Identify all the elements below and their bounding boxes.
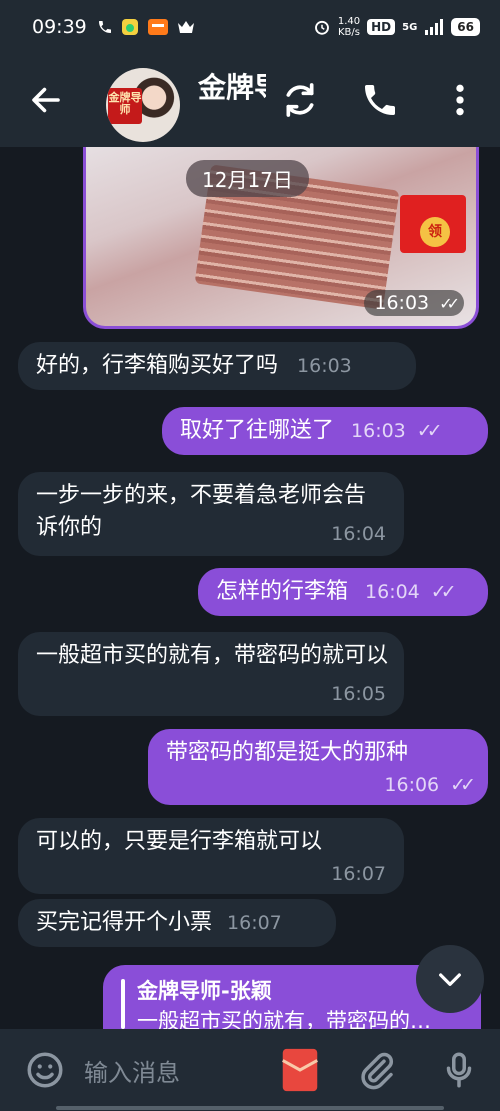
attachment-icon[interactable] — [356, 1049, 398, 1091]
message-time: 16:04 — [331, 523, 386, 545]
crown-icon — [177, 21, 194, 33]
chat-header: 金牌导师 金牌导 — [0, 54, 500, 147]
date-chip: 12月17日 — [186, 160, 309, 197]
alarm-icon — [314, 20, 329, 35]
status-system-icons: 1.40 KB/s HD 5G 66 — [313, 16, 480, 38]
signal-5g-label: 5G — [402, 21, 418, 33]
emoji-icon[interactable] — [24, 1049, 66, 1091]
message-bubble-incoming[interactable]: 一步一步的来，不要着急老师会告诉你的 16:04 — [18, 472, 404, 556]
photo-time: 16:03 ✓✓ — [364, 290, 464, 316]
message-text: 带密码的都是挺大的那种 — [166, 740, 409, 765]
hd-badge: HD — [367, 19, 396, 35]
message-input[interactable]: 输入消息 — [84, 1053, 180, 1088]
message-time: 16:03 — [297, 355, 352, 377]
phone-call-icon — [98, 21, 111, 33]
more-options-icon[interactable] — [440, 80, 480, 120]
message-time: 16:06 — [384, 774, 440, 796]
shop-app-icon — [147, 19, 168, 35]
message-time: 16:03 — [351, 420, 406, 442]
net-speed: 1.40 KB/s — [338, 16, 360, 38]
signal-bars-icon — [425, 19, 444, 35]
status-notification-icons — [97, 18, 195, 36]
message-time: 16:05 — [331, 683, 386, 705]
microphone-icon[interactable] — [438, 1049, 480, 1091]
battery-indicator: 66 — [451, 18, 480, 36]
red-packet-icon[interactable]: 领 — [400, 195, 466, 253]
read-ticks-icon: ✓✓ — [439, 294, 460, 313]
message-time: 16:04 — [365, 581, 420, 603]
message-composer: 输入消息 — [0, 1029, 500, 1111]
message-bubble-outgoing[interactable]: 怎样的行李箱 16:04 ✓✓ — [198, 568, 488, 616]
message-bubble-incoming[interactable]: 好的，行李箱购买好了吗 16:03 — [18, 342, 416, 390]
photo-time-text: 16:03 — [374, 292, 430, 314]
quote-text: 一般超市买的就有，带密码的… — [137, 1009, 431, 1029]
read-ticks-icon: ✓✓ — [430, 581, 457, 603]
message-text: 可以的，只要是行李箱就可以 — [36, 829, 323, 854]
chat-title[interactable]: 金牌导 — [198, 66, 266, 106]
message-bubble-incoming[interactable]: 可以的，只要是行李箱就可以 16:07 — [18, 818, 404, 894]
net-speed-unit: KB/s — [337, 27, 360, 38]
scroll-down-button[interactable] — [416, 945, 484, 1013]
status-bar: 09:39 1.40 KB/s HD 5G 66 — [0, 0, 500, 54]
message-time: 16:07 — [331, 863, 386, 885]
message-text: 好的，行李箱购买好了吗 — [36, 353, 279, 378]
chevron-down-icon — [439, 973, 461, 986]
red-envelope-icon[interactable] — [280, 1047, 320, 1093]
wallet-app-icon — [121, 19, 138, 35]
phone-call-button-icon[interactable] — [360, 80, 400, 120]
message-text: 怎样的行李箱 — [216, 579, 349, 604]
message-bubble-outgoing[interactable]: 取好了往哪送了 16:03 ✓✓ — [162, 407, 488, 455]
message-time: 16:07 — [227, 912, 282, 934]
message-text: 一般超市买的就有，带密码的就可以 — [36, 643, 389, 668]
read-ticks-icon: ✓✓ — [450, 774, 476, 796]
message-text: 取好了往哪送了 — [180, 418, 335, 443]
status-time: 09:39 — [32, 16, 87, 38]
home-indicator — [56, 1106, 444, 1110]
quote-bar — [121, 979, 125, 1029]
back-arrow-icon[interactable] — [28, 82, 64, 118]
read-ticks-icon: ✓✓ — [416, 420, 443, 442]
avatar-badge: 金牌导师 — [108, 88, 142, 124]
message-bubble-outgoing[interactable]: 带密码的都是挺大的那种 16:06 ✓✓ — [148, 729, 488, 805]
net-speed-value: 1.40 — [337, 16, 361, 27]
message-bubble-incoming[interactable]: 买完记得开个小票 16:07 — [18, 899, 336, 947]
red-packet-label: 领 — [420, 217, 450, 247]
avatar[interactable]: 金牌导师 — [106, 68, 180, 142]
message-bubble-incoming[interactable]: 一般超市买的就有，带密码的就可以 16:05 — [18, 632, 404, 716]
refresh-icon[interactable] — [280, 80, 320, 120]
message-text: 买完记得开个小票 — [36, 910, 213, 935]
